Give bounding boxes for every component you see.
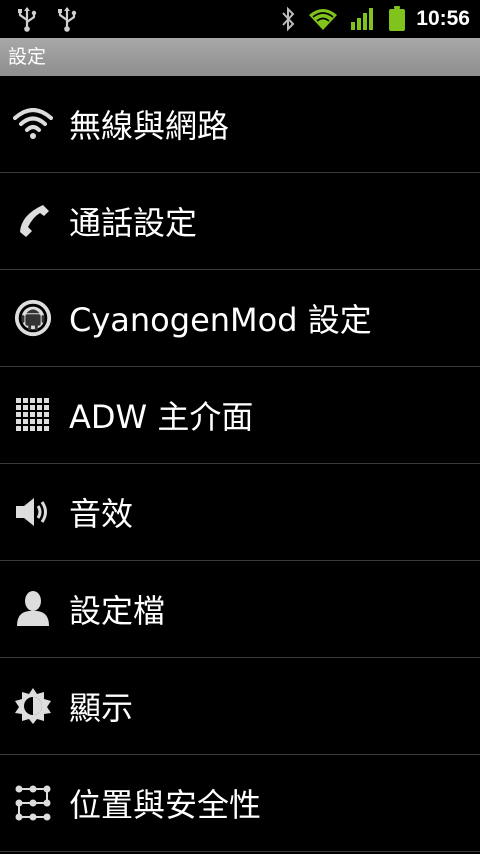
pattern-lock-icon bbox=[13, 783, 53, 823]
usb-icon bbox=[58, 7, 77, 32]
bluetooth-icon bbox=[282, 6, 295, 32]
status-clock: 10:56 bbox=[416, 7, 470, 30]
speaker-icon bbox=[13, 492, 53, 532]
settings-item-call[interactable]: 通話設定 bbox=[0, 173, 480, 270]
app-grid-icon bbox=[13, 395, 53, 435]
settings-item-label: 無線與網路 bbox=[69, 107, 230, 145]
settings-item-label: 設定檔 bbox=[69, 592, 166, 630]
settings-list: 無線與網路 通話設定 CyanogenMod 設定 ADW 主介面 音效 設定檔… bbox=[0, 76, 480, 852]
settings-item-sound[interactable]: 音效 bbox=[0, 464, 480, 561]
wifi-icon bbox=[13, 104, 53, 144]
page-title: 設定 bbox=[0, 38, 480, 76]
settings-item-wireless[interactable]: 無線與網路 bbox=[0, 76, 480, 173]
wifi-signal-icon bbox=[309, 9, 338, 30]
settings-item-display[interactable]: 顯示 bbox=[0, 658, 480, 755]
settings-item-profiles[interactable]: 設定檔 bbox=[0, 561, 480, 658]
settings-item-label: ADW 主介面 bbox=[69, 398, 254, 436]
phone-icon bbox=[13, 201, 53, 241]
settings-item-label: 顯示 bbox=[69, 689, 134, 727]
settings-item-adw[interactable]: ADW 主介面 bbox=[0, 367, 480, 464]
settings-item-label: 音效 bbox=[69, 495, 134, 533]
settings-item-label: 位置與安全性 bbox=[69, 786, 262, 824]
cyanogen-android-icon bbox=[13, 298, 53, 338]
battery-icon bbox=[389, 6, 406, 31]
settings-item-location-security[interactable]: 位置與安全性 bbox=[0, 755, 480, 852]
usb-icon bbox=[18, 7, 37, 32]
brightness-icon bbox=[13, 686, 53, 726]
status-bar: 10:56 bbox=[0, 0, 480, 38]
cell-signal-icon bbox=[351, 8, 374, 30]
profile-person-icon bbox=[13, 589, 53, 629]
settings-item-label: CyanogenMod 設定 bbox=[69, 301, 372, 339]
settings-item-cyanogenmod[interactable]: CyanogenMod 設定 bbox=[0, 270, 480, 367]
settings-item-label: 通話設定 bbox=[69, 204, 198, 242]
